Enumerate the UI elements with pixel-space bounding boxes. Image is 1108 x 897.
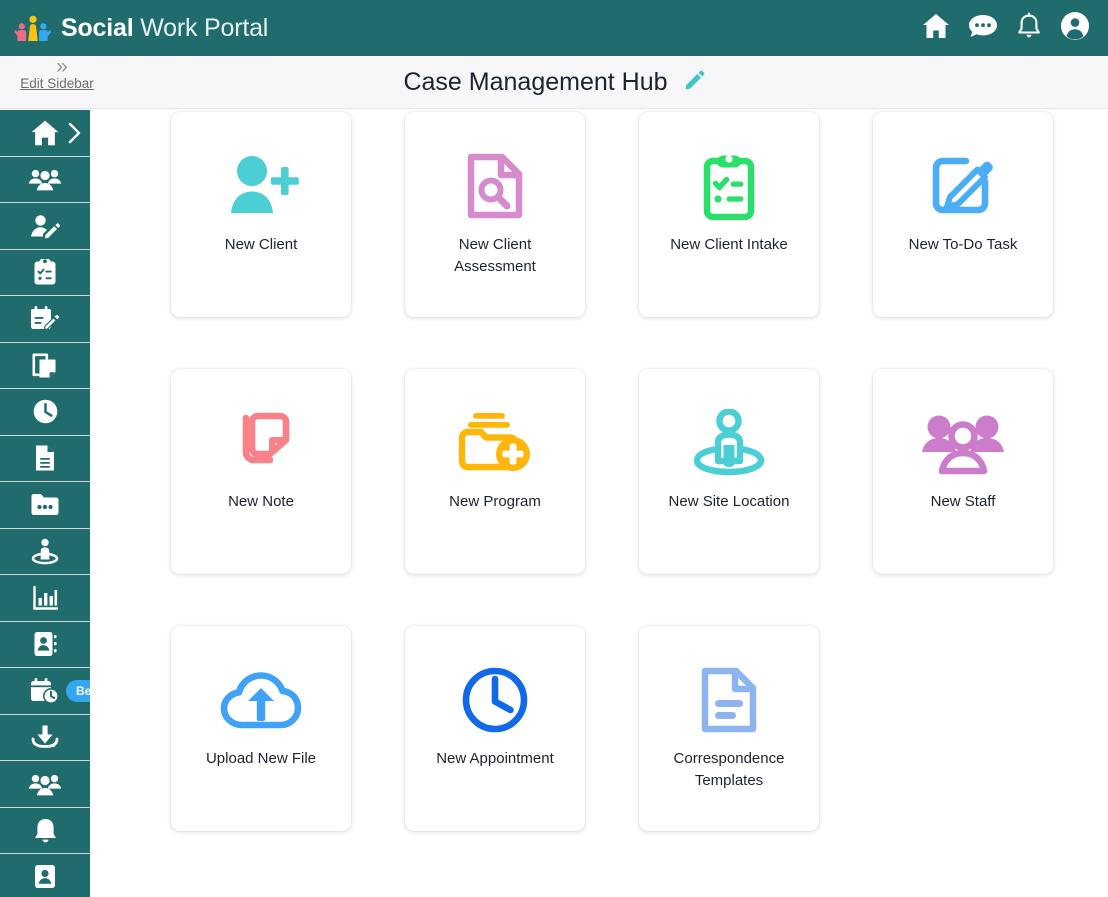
contact-book-icon [33,630,58,658]
card-label: Upload New File [206,748,316,770]
cloud-upload-icon [220,664,302,736]
clipboard-check-icon [33,258,57,286]
people-group-icon [921,407,1005,479]
clipboard-check-icon [703,150,755,222]
document-search-icon [466,150,524,222]
folder-dots-icon [30,492,60,517]
card-upload-new-file[interactable]: Upload New File [171,626,351,831]
people-group-icon [28,771,62,797]
user-card-icon [33,863,57,890]
header-icon-group [922,11,1090,46]
sidebar-item-documents[interactable] [0,436,90,483]
card-label: New Client Intake [670,234,788,256]
clock-icon [32,398,59,425]
document-lines-icon [700,664,758,736]
sidebar-rail: Beta [0,110,90,897]
brand-title-bold: Social [61,14,133,42]
card-new-appointment[interactable]: New Appointment [405,626,585,831]
bell-icon[interactable] [1016,12,1042,45]
bar-chart-icon [32,585,59,611]
sidebar-item-home[interactable] [0,110,90,157]
sidebar-item-programs[interactable] [0,482,90,529]
sidebar-item-scheduling[interactable]: Beta [0,668,90,715]
people-logo-icon [14,13,52,43]
sidebar-item-notes[interactable] [0,343,90,390]
brand[interactable]: Social Work Portal [14,13,268,43]
brand-title-light: Work Portal [133,14,268,42]
pencil-icon[interactable] [684,70,705,96]
status-badge: Beta [66,680,90,702]
card-label: Correspondence Templates [654,748,804,792]
location-person-icon [31,537,59,565]
main-content: New Client New Client Assessment [90,110,1108,897]
chat-icon[interactable] [968,13,998,44]
top-header-bar: Social Work Portal [0,0,1108,56]
action-card-grid: New Client New Client Assessment [171,112,1053,831]
page-title-wrap: Case Management Hub [0,56,1108,109]
card-label: New Note [228,491,294,513]
document-icon [33,444,57,472]
sidebar-item-forms[interactable] [0,296,90,343]
copy-notes-icon [32,352,58,379]
card-label: New Client Assessment [420,234,570,278]
download-icon [31,724,59,750]
user-edit-icon [29,213,61,239]
card-label: New Client [225,234,298,256]
user-plus-icon [223,150,299,222]
edit-sidebar-label: Edit Sidebar [9,76,105,91]
page-title: Case Management Hub [403,68,667,97]
card-label: New To-Do Task [909,234,1018,256]
card-new-todo-task[interactable]: New To-Do Task [873,112,1053,317]
chevron-right-icon[interactable] [66,121,84,145]
sidebar-item-clients[interactable] [0,157,90,204]
chevron-double-right-icon: » [9,58,105,75]
card-new-client-assessment[interactable]: New Client Assessment [405,112,585,317]
sub-header-bar: Case Management Hub » Edit Sidebar [0,56,1108,109]
card-label: New Site Location [669,491,790,513]
sidebar-item-site-locations[interactable] [0,529,90,576]
people-group-icon [28,166,62,192]
location-person-icon [691,407,767,479]
card-label: New Staff [931,491,996,513]
sidebar-item-staff[interactable] [0,761,90,808]
card-new-note[interactable]: New Note [171,369,351,574]
sidebar-item-history[interactable] [0,389,90,436]
folder-plus-icon [455,407,535,479]
sidebar-item-alerts[interactable] [0,808,90,855]
sidebar-item-intake[interactable] [0,250,90,297]
bell-icon [33,817,58,844]
square-pencil-icon [929,150,997,222]
copy-note-icon [228,407,294,479]
calendar-clock-icon [30,677,60,705]
sidebar-item-downloads[interactable] [0,715,90,762]
sidebar-item-profile[interactable] [0,854,90,897]
edit-sidebar-button[interactable]: » Edit Sidebar [9,58,105,91]
card-correspondence-templates[interactable]: Correspondence Templates [639,626,819,831]
home-icon [30,119,60,147]
clock-icon [461,664,529,736]
brand-title: Social Work Portal [61,14,268,43]
card-label: New Program [449,491,541,513]
sidebar-item-contacts[interactable] [0,622,90,669]
sidebar-item-client-assessment[interactable] [0,203,90,250]
card-new-client-intake[interactable]: New Client Intake [639,112,819,317]
card-new-site-location[interactable]: New Site Location [639,369,819,574]
user-circle-icon[interactable] [1060,11,1090,46]
card-new-program[interactable]: New Program [405,369,585,574]
card-label: New Appointment [436,748,554,770]
sidebar-item-reports[interactable] [0,575,90,622]
home-icon[interactable] [922,13,950,44]
card-new-client[interactable]: New Client [171,112,351,317]
card-new-staff[interactable]: New Staff [873,369,1053,574]
calendar-edit-icon [30,305,60,333]
